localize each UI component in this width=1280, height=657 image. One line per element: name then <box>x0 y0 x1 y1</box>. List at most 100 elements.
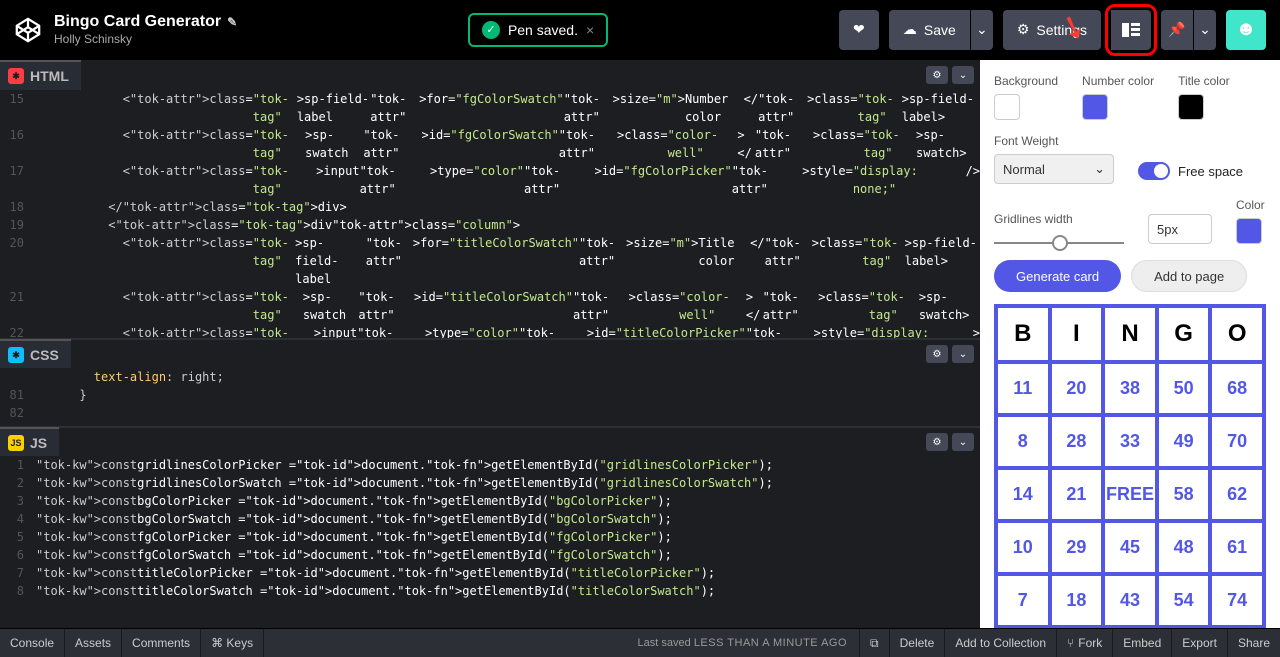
bingo-number-cell: 48 <box>1157 521 1211 574</box>
assets-button[interactable]: Assets <box>65 629 122 657</box>
js-chevron-icon[interactable]: ⌄ <box>952 433 974 451</box>
user-avatar[interactable]: ☻ <box>1226 10 1266 50</box>
pin-button[interactable]: 📌 <box>1161 10 1193 50</box>
html-editor[interactable]: 15 <"tok-attr">class="tok-tag">sp-field-… <box>0 90 980 338</box>
css-lang-icon: ✱ <box>8 347 24 363</box>
heart-icon: ❤ <box>853 21 865 38</box>
bingo-number-cell: 18 <box>1050 574 1104 627</box>
export-button[interactable]: Export <box>1171 629 1227 657</box>
gridlines-slider[interactable] <box>994 242 1124 244</box>
gridlines-width-label: Gridlines width <box>994 212 1124 226</box>
pen-title[interactable]: Bingo Card Generator <box>54 13 221 31</box>
bingo-header-cell: B <box>996 306 1050 362</box>
bingo-number-cell: 11 <box>996 362 1050 415</box>
html-lang-icon: ✱ <box>8 68 24 84</box>
js-editor[interactable]: 1"tok-kw">const gridlinesColorPicker = "… <box>0 456 980 616</box>
add-to-collection-button[interactable]: Add to Collection <box>944 629 1056 657</box>
pen-saved-pill: ✓ Pen saved. × <box>468 13 608 47</box>
add-to-page-button[interactable]: Add to page <box>1131 260 1247 292</box>
bingo-number-cell: 43 <box>1103 574 1157 627</box>
pen-author: Holly Schinsky <box>54 32 237 46</box>
title-color-swatch[interactable] <box>1178 94 1204 120</box>
pin-icon: 📌 <box>1168 21 1185 38</box>
js-settings-icon[interactable]: ⚙ <box>926 433 948 451</box>
fork-button[interactable]: ⑂Fork <box>1056 629 1112 657</box>
bingo-number-cell: 68 <box>1210 362 1264 415</box>
delete-button[interactable]: Delete <box>889 629 945 657</box>
bingo-card: BINGO11203850688283349701421FREE58621029… <box>994 304 1266 628</box>
background-swatch[interactable] <box>994 94 1020 120</box>
bingo-number-cell: 61 <box>1210 521 1264 574</box>
bingo-number-cell: 49 <box>1157 415 1211 468</box>
font-weight-label: Font Weight <box>994 134 1114 148</box>
popout-button[interactable]: ⧉ <box>859 629 889 657</box>
change-view-button[interactable] <box>1111 10 1151 50</box>
bingo-number-cell: 33 <box>1103 415 1157 468</box>
html-panel-header: ✱HTML ⚙ ⌄ <box>0 60 980 90</box>
number-color-label: Number color <box>1082 74 1154 88</box>
number-color-swatch[interactable] <box>1082 94 1108 120</box>
bingo-number-cell: 70 <box>1210 415 1264 468</box>
bingo-number-cell: 29 <box>1050 521 1104 574</box>
cloud-icon: ☁ <box>903 21 917 38</box>
share-button[interactable]: Share <box>1227 629 1280 657</box>
chevron-down-icon: ⌄ <box>976 21 988 38</box>
title-color-label: Title color <box>1178 74 1230 88</box>
background-label: Background <box>994 74 1058 88</box>
edit-title-icon[interactable]: ✎ <box>227 15 237 29</box>
bingo-number-cell: 45 <box>1103 521 1157 574</box>
save-menu-button[interactable]: ⌄ <box>971 10 993 50</box>
css-settings-icon[interactable]: ⚙ <box>926 345 948 363</box>
free-space-label: Free space <box>1178 164 1243 179</box>
comments-button[interactable]: Comments <box>122 629 201 657</box>
bingo-number-cell: 7 <box>996 574 1050 627</box>
bingo-number-cell: 50 <box>1157 362 1211 415</box>
js-panel-header: JSJS ⚙ ⌄ <box>0 426 980 456</box>
chevron-down-icon: ⌄ <box>1094 161 1105 177</box>
gridlines-value-input[interactable]: 5px <box>1148 214 1212 244</box>
avatar-face-icon: ☻ <box>1235 18 1256 41</box>
css-chevron-icon[interactable]: ⌄ <box>952 345 974 363</box>
html-settings-icon[interactable]: ⚙ <box>926 66 948 84</box>
bingo-number-cell: 10 <box>996 521 1050 574</box>
keys-button[interactable]: ⌘ Keys <box>201 629 264 657</box>
bingo-number-cell: 74 <box>1210 574 1264 627</box>
last-saved-status: Last saved LESS THAN A MINUTE AGO <box>638 637 860 649</box>
bingo-number-cell: 14 <box>996 468 1050 521</box>
gridline-color-swatch[interactable] <box>1236 218 1262 244</box>
settings-button[interactable]: ⚙Settings <box>1003 10 1101 50</box>
bingo-header-cell: I <box>1050 306 1104 362</box>
bingo-number-cell: 62 <box>1210 468 1264 521</box>
js-lang-icon: JS <box>8 435 24 451</box>
gridline-color-label: Color <box>1236 198 1265 212</box>
html-chevron-icon[interactable]: ⌄ <box>952 66 974 84</box>
css-editor[interactable]: text-align: right;81 }82 <box>0 368 980 426</box>
close-icon[interactable]: × <box>586 22 594 38</box>
popout-icon: ⧉ <box>870 636 879 651</box>
pin-menu-button[interactable]: ⌄ <box>1194 10 1216 50</box>
layout-icon <box>1122 23 1140 37</box>
check-icon: ✓ <box>482 21 500 39</box>
bingo-number-cell: FREE <box>1103 468 1157 521</box>
preview-pane: Background Number color Title color Font… <box>980 60 1280 628</box>
bingo-header-cell: G <box>1157 306 1211 362</box>
bingo-number-cell: 38 <box>1103 362 1157 415</box>
header: Bingo Card Generator ✎ Holly Schinsky ✓ … <box>0 0 1280 60</box>
console-button[interactable]: Console <box>0 629 65 657</box>
pen-title-area: Bingo Card Generator ✎ Holly Schinsky <box>54 13 237 46</box>
fork-icon: ⑂ <box>1067 636 1074 650</box>
css-panel-header: ✱CSS ⚙ ⌄ <box>0 338 980 368</box>
codepen-logo-icon <box>14 16 42 44</box>
footer: Console Assets Comments ⌘ Keys Last save… <box>0 628 1280 657</box>
bingo-number-cell: 8 <box>996 415 1050 468</box>
generate-card-button[interactable]: Generate card <box>994 260 1121 292</box>
chevron-down-icon: ⌄ <box>1199 21 1211 38</box>
embed-button[interactable]: Embed <box>1112 629 1171 657</box>
saved-message: Pen saved. <box>508 22 578 38</box>
gear-icon: ⚙ <box>1017 21 1030 38</box>
save-button[interactable]: ☁Save <box>889 10 970 50</box>
love-button[interactable]: ❤ <box>839 10 879 50</box>
bingo-number-cell: 58 <box>1157 468 1211 521</box>
free-space-toggle[interactable] <box>1138 162 1170 180</box>
font-weight-select[interactable]: Normal⌄ <box>994 154 1114 184</box>
